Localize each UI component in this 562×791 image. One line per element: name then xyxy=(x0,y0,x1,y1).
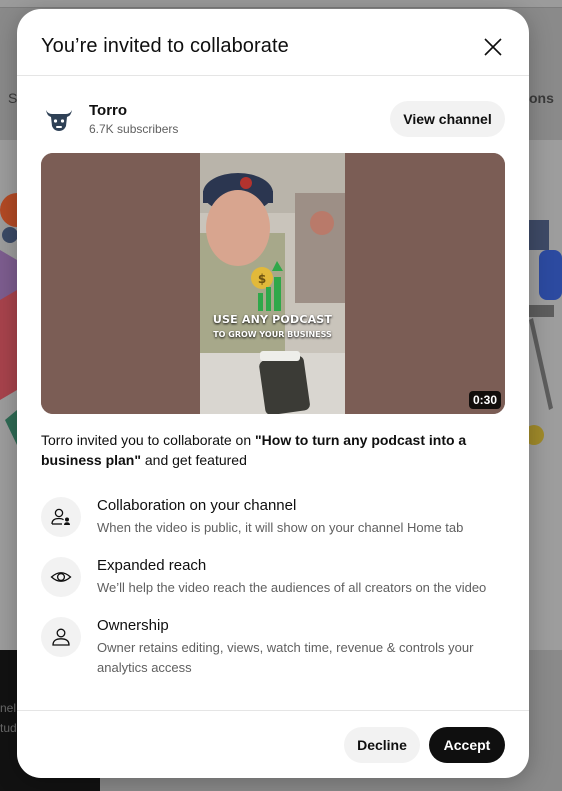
close-button[interactable] xyxy=(475,29,511,65)
thumbnail-image: $ xyxy=(200,153,345,414)
dialog-footer: Decline Accept xyxy=(17,710,529,778)
invite-prefix: Torro invited you to collaborate on xyxy=(41,432,256,448)
invite-message: Torro invited you to collaborate on "How… xyxy=(41,430,505,470)
thumbnail-frame: $ USE ANY PODCAST TO GROW YOUR BUSINESS xyxy=(200,153,345,414)
video-duration-badge: 0:30 xyxy=(469,391,502,409)
view-channel-button[interactable]: View channel xyxy=(390,101,505,137)
feature-description: When the video is public, it will show o… xyxy=(97,520,464,535)
decline-button[interactable]: Decline xyxy=(344,727,420,763)
eye-icon xyxy=(50,572,72,582)
background-top-bar xyxy=(0,0,562,8)
feature-icon-bubble xyxy=(41,497,81,537)
feature-icon-bubble xyxy=(41,617,81,657)
bull-logo-icon xyxy=(46,110,72,131)
feature-description: Owner retains editing, views, watch time… xyxy=(97,640,474,675)
channel-name[interactable]: Torro xyxy=(89,102,127,119)
background-right-text: ons xyxy=(529,90,554,106)
video-thumbnail[interactable]: $ USE ANY PODCAST TO GROW YOUR BUSINESS … xyxy=(41,153,505,414)
thumbnail-caption-secondary: TO GROW YOUR BUSINESS xyxy=(213,330,332,339)
feature-title: Collaboration on your channel xyxy=(97,497,297,514)
close-icon xyxy=(484,38,502,56)
background-left-text: S xyxy=(8,90,18,106)
channel-avatar[interactable] xyxy=(41,101,77,137)
dialog-header: You’re invited to collaborate xyxy=(17,9,529,76)
channel-subscriber-count: 6.7K subscribers xyxy=(89,122,179,136)
feature-title: Ownership xyxy=(97,617,169,634)
person-icon xyxy=(52,628,70,646)
background-illustration-left xyxy=(0,193,17,445)
accept-button[interactable]: Accept xyxy=(429,727,505,763)
thumbnail-blur-right xyxy=(345,153,505,414)
feature-title: Expanded reach xyxy=(97,557,207,574)
thumbnail-caption-primary: USE ANY PODCAST xyxy=(212,313,333,326)
invite-suffix: and get featured xyxy=(141,452,247,468)
channel-row: Torro 6.7K subscribers View channel xyxy=(41,93,505,145)
feature-icon-bubble xyxy=(41,557,81,597)
collaboration-invite-dialog: You’re invited to collaborate Torro 6.7K… xyxy=(17,9,529,778)
svg-text:$: $ xyxy=(258,272,266,286)
thumbnail-blur-left xyxy=(41,153,200,414)
background-dark-text: nel tud xyxy=(0,701,17,735)
dialog-title: You’re invited to collaborate xyxy=(41,35,289,57)
background-illustration-right xyxy=(529,220,562,445)
feature-description: We’ll help the video reach the audiences… xyxy=(97,580,487,595)
person-share-icon xyxy=(51,508,70,525)
